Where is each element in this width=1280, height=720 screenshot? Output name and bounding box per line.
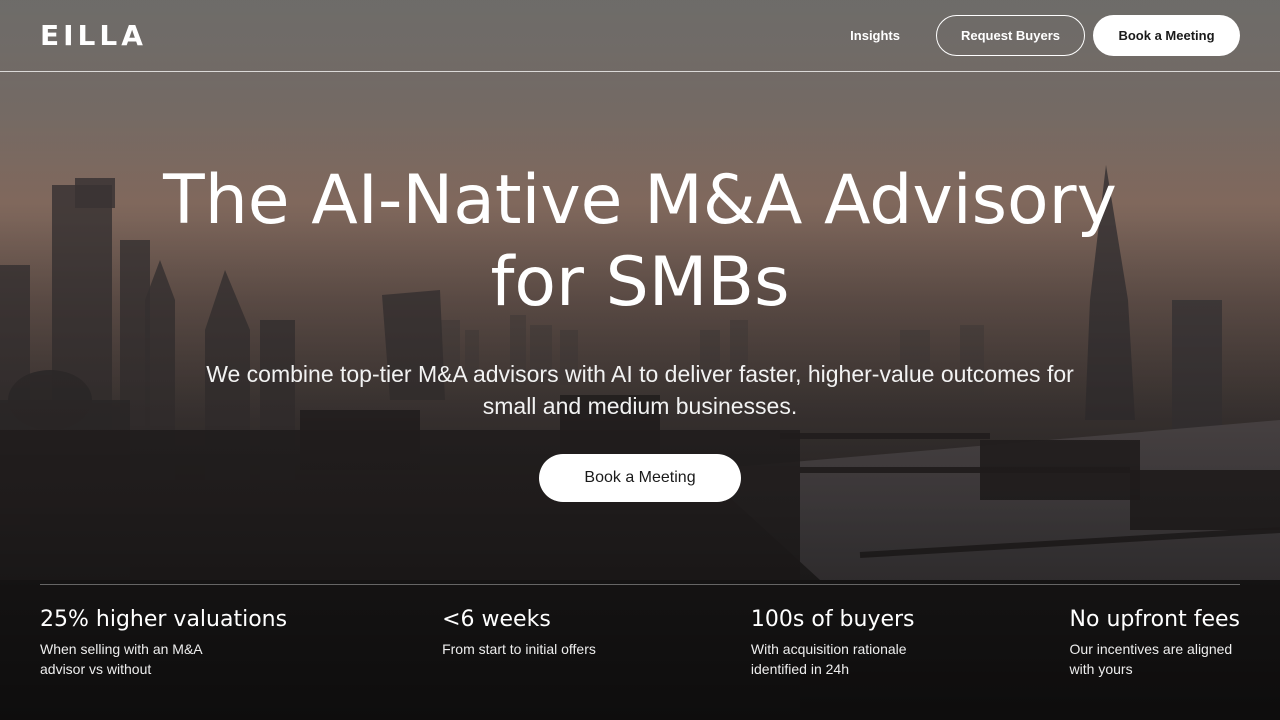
stat-buyers: 100s of buyers With acquisition rational… bbox=[751, 605, 915, 679]
stat-title: 25% higher valuations bbox=[40, 607, 288, 632]
stat-desc-line-1: From start to initial offers bbox=[442, 641, 596, 657]
stat-title: No upfront fees bbox=[1069, 607, 1240, 632]
stat-title: <6 weeks bbox=[442, 607, 551, 632]
stat-description: With acquisition rationale identified in… bbox=[751, 639, 915, 679]
stats-row: 25% higher valuations When selling with … bbox=[40, 584, 1240, 679]
request-buyers-button[interactable]: Request Buyers bbox=[936, 15, 1085, 56]
stat-valuations: 25% higher valuations When selling with … bbox=[40, 605, 287, 679]
hero-title: The AI-Native M&A Advisory for SMBs bbox=[120, 160, 1160, 324]
stat-desc-line-2: advisor vs without bbox=[40, 661, 152, 677]
stat-desc-line-2: with yours bbox=[1069, 661, 1133, 677]
stat-fees: No upfront fees Our incentives are align… bbox=[1070, 605, 1240, 679]
nav-insights-link[interactable]: Insights bbox=[850, 28, 928, 43]
stat-description: From start to initial offers bbox=[442, 639, 596, 659]
stat-title: 100s of buyers bbox=[750, 607, 915, 632]
hero-subtitle: We combine top-tier M&A advisors with AI… bbox=[150, 358, 1130, 422]
stat-weeks: <6 weeks From start to initial offers bbox=[442, 605, 596, 679]
hero-subtitle-line-2: small and medium businesses. bbox=[482, 393, 798, 419]
top-nav: Insights Request Buyers Book a Meeting bbox=[850, 15, 1240, 56]
hero-title-line-2: for SMBs bbox=[490, 243, 790, 322]
stat-desc-line-1: With acquisition rationale bbox=[750, 641, 907, 657]
hero-book-meeting-button[interactable]: Book a Meeting bbox=[539, 454, 741, 502]
stat-description: Our incentives are aligned with yours bbox=[1070, 639, 1240, 679]
stat-desc-line-2: identified in 24h bbox=[750, 661, 849, 677]
eilla-logo[interactable]: EILLA bbox=[40, 19, 147, 52]
hero-subtitle-line-1: We combine top-tier M&A advisors with AI… bbox=[206, 361, 1074, 387]
site-header: EILLA Insights Request Buyers Book a Mee… bbox=[0, 0, 1280, 72]
header-book-meeting-button[interactable]: Book a Meeting bbox=[1093, 15, 1240, 56]
hero-section: The AI-Native M&A Advisory for SMBs We c… bbox=[0, 160, 1280, 502]
stat-description: When selling with an M&A advisor vs with… bbox=[40, 639, 287, 679]
stat-desc-line-1: When selling with an M&A bbox=[40, 641, 203, 657]
hero-title-line-1: The AI-Native M&A Advisory bbox=[163, 161, 1117, 240]
stat-desc-line-1: Our incentives are aligned bbox=[1069, 641, 1233, 657]
